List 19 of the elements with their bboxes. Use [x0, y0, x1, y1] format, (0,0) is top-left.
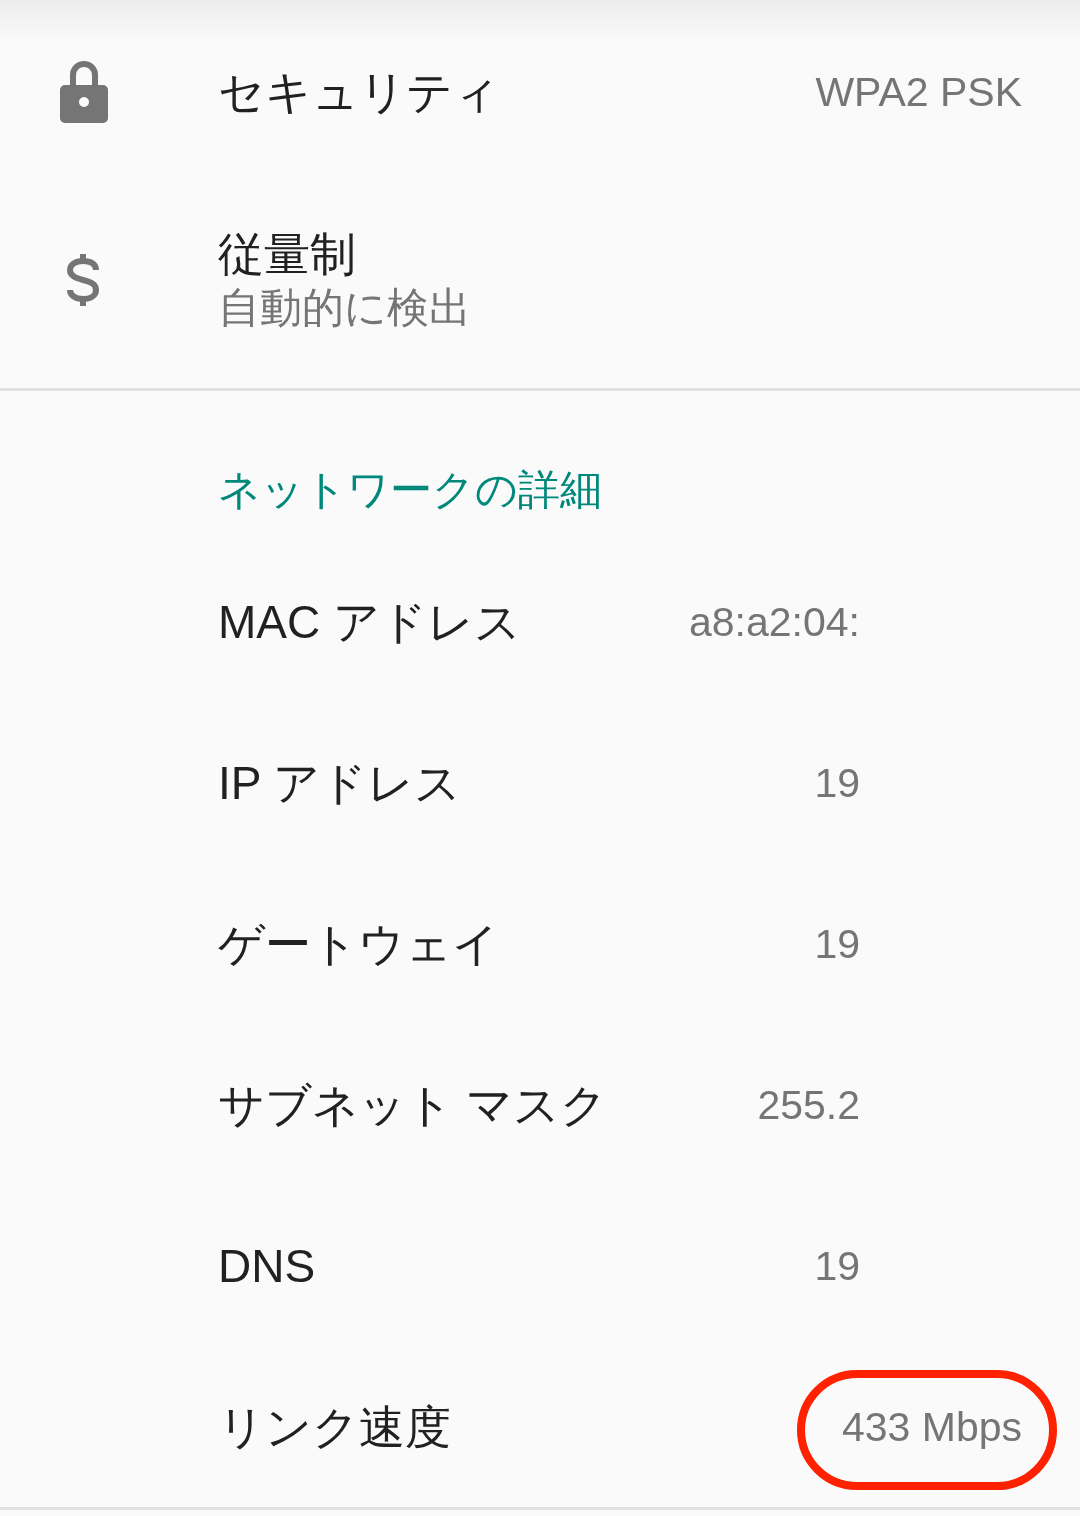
setting-summary: 自動的に検出 [218, 283, 471, 333]
setting-value: WPA2 PSK [815, 68, 1022, 117]
dollar-icon [65, 254, 101, 306]
setting-title: 従量制 [218, 227, 356, 282]
detail-label: MAC アドレス [218, 594, 521, 650]
detail-value: 19 [814, 919, 860, 969]
detail-value: 255.2 [757, 1080, 860, 1130]
detail-label: ゲートウェイ [218, 916, 499, 972]
detail-label: IP アドレス [218, 755, 462, 811]
detail-value: 433 Mbps [841, 1402, 1022, 1452]
detail-label: サブネット マスク [218, 1077, 607, 1133]
detail-value: 19 [814, 758, 860, 808]
lock-icon [60, 61, 108, 123]
detail-value: 19 [814, 1241, 860, 1291]
setting-title: セキュリティ [218, 65, 500, 120]
detail-label: DNS [218, 1238, 316, 1294]
detail-value: a8:a2:04: [689, 597, 860, 647]
section-header: ネットワークの詳細 [218, 466, 602, 513]
detail-label: リンク速度 [218, 1399, 451, 1455]
